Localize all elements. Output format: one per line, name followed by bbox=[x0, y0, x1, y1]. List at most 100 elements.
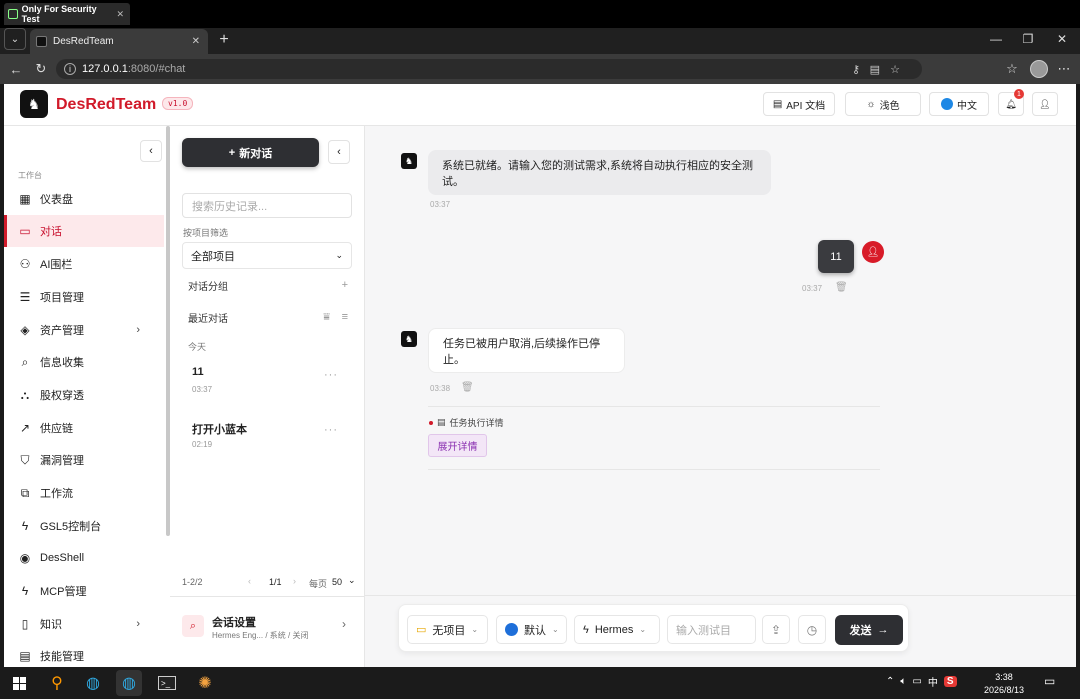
external-window-title: Only For Security Test bbox=[21, 4, 97, 24]
network-icon[interactable]: ▭ bbox=[912, 676, 921, 687]
sidebar-collapse-button[interactable]: ‹ bbox=[140, 140, 162, 162]
favorite-icon[interactable]: ☆ bbox=[890, 63, 900, 76]
sidebar-item-dashboard[interactable]: ▦ 仪表盘 bbox=[4, 183, 164, 215]
url-text: 127.0.0.1:8080/#chat bbox=[82, 63, 185, 75]
app-icon[interactable]: ✺ bbox=[192, 670, 218, 696]
new-tab-button[interactable]: + bbox=[214, 30, 234, 50]
volume-icon[interactable]: 🔈︎ bbox=[900, 676, 906, 687]
chevron-right-icon: › bbox=[136, 618, 140, 630]
history-search-input[interactable]: 搜索历史记录... bbox=[182, 193, 352, 218]
search-app-icon[interactable]: ⚲ bbox=[44, 670, 70, 696]
theme-toggle-button[interactable]: ☼ 浅色 bbox=[845, 92, 921, 116]
site-info-icon[interactable]: i bbox=[64, 63, 76, 75]
window-icon bbox=[8, 9, 18, 19]
filter-icon[interactable]: ⩸ bbox=[323, 311, 330, 324]
expand-details-button[interactable]: 展开详情 bbox=[428, 434, 487, 457]
close-window-button[interactable]: ✕ bbox=[1048, 28, 1076, 50]
panel-collapse-button[interactable]: ‹ bbox=[328, 140, 350, 164]
profile-avatar[interactable] bbox=[1030, 60, 1048, 78]
sidebar-item-desshell[interactable]: ◉ DesShell bbox=[4, 542, 164, 574]
conversation-groups-row[interactable]: 对话分组 + bbox=[182, 275, 354, 295]
collections-icon[interactable]: ☆ bbox=[1002, 59, 1022, 79]
browser-tab-active[interactable]: DesRedTeam ✕ bbox=[30, 29, 208, 54]
pagination: 1-2/2 ‹ 1/1 › 每页 50 ⌄ bbox=[170, 572, 365, 594]
more-options-icon[interactable]: ··· bbox=[324, 424, 338, 436]
ime-indicator[interactable]: 中 bbox=[928, 674, 938, 689]
sidebar-item-label: 信息收集 bbox=[40, 357, 84, 369]
version-badge: v1.0 bbox=[162, 97, 194, 110]
send-button[interactable]: 发送 → bbox=[835, 615, 903, 645]
delete-icon[interactable]: 🗑︎ bbox=[461, 382, 474, 393]
maximize-button[interactable]: ❐ bbox=[1014, 28, 1042, 50]
sidebar-item-skills[interactable]: ▤ 技能管理 bbox=[4, 640, 164, 667]
mode-select-value: 默认 bbox=[524, 624, 546, 637]
sidebar-item-gsl5[interactable]: ϟ GSL5控制台 bbox=[4, 510, 164, 542]
sidebar-item-workflow[interactable]: ⧉ 工作流 bbox=[4, 477, 164, 509]
sidebar-item-recon[interactable]: ⌕ 信息收集 bbox=[4, 346, 164, 378]
message-time: 03:38 bbox=[430, 384, 451, 393]
conversation-item[interactable]: 打开小蓝本 02:19 ··· bbox=[182, 414, 352, 464]
sidebar-item-vulns[interactable]: ⛉ 漏洞管理 bbox=[4, 444, 164, 476]
test-target-input[interactable]: 输入测试目 bbox=[667, 615, 756, 644]
url-field[interactable]: i 127.0.0.1:8080/#chat ⚷ ▤ ☆ bbox=[56, 59, 922, 79]
new-chat-label: 新对话 bbox=[239, 147, 273, 160]
external-window-tab[interactable]: Only For Security Test ✕ bbox=[4, 3, 130, 25]
status-dot bbox=[429, 420, 433, 425]
close-tab-icon[interactable]: ✕ bbox=[192, 36, 200, 47]
windows-start-icon[interactable] bbox=[6, 670, 32, 696]
api-docs-button[interactable]: ▤ API 文档 bbox=[763, 92, 835, 116]
notification-center-icon[interactable]: ▭ bbox=[1044, 674, 1055, 688]
chevron-up-icon[interactable]: ⌃ bbox=[886, 676, 894, 687]
more-options-icon[interactable]: ··· bbox=[324, 369, 338, 381]
upload-icon[interactable]: ⇪ bbox=[762, 615, 790, 644]
session-settings[interactable]: ⌕ 会话设置 Hermes Eng... / 系统 / 关闭 › bbox=[170, 596, 365, 667]
sidebar-item-chat[interactable]: ▭ 对话 bbox=[4, 215, 164, 247]
key-icon[interactable]: ⚷ bbox=[852, 63, 860, 76]
chat-area: ♞ 系统已就绪。请输入您的测试需求,系统将自动执行相应的安全测试。 03:37 … bbox=[365, 126, 1076, 667]
reload-icon[interactable]: ↻ bbox=[31, 59, 51, 79]
radio-icon: ◉ bbox=[19, 551, 31, 565]
per-page-value[interactable]: 50 bbox=[332, 577, 342, 587]
sidebar-item-knowledge[interactable]: ▯ 知识 › bbox=[4, 608, 164, 640]
sidebar-item-equity[interactable]: ⛬ 股权穿透 bbox=[4, 379, 164, 411]
app-header: ♞ DesRedTeam v1.0 ▤ API 文档 ☼ 浅色 中文 🔔︎ 1 👤︎ bbox=[4, 84, 1076, 126]
prev-page-icon[interactable]: ‹ bbox=[248, 576, 251, 586]
back-icon[interactable]: ← bbox=[6, 59, 26, 79]
project-filter-select[interactable]: 全部项目 ⌄ bbox=[182, 242, 352, 269]
sidebar: ‹ 工作台 ▦ 仪表盘 ▭ 对话 ⚇ AI围栏 ☰ 项目管理 ◈ 资产管理 › ⌕ 信息收集 … bbox=[4, 126, 170, 667]
sidebar-item-label: MCP管理 bbox=[40, 586, 87, 598]
project-select[interactable]: ▭ 无项目 ⌄ bbox=[407, 615, 488, 644]
add-group-icon[interactable]: + bbox=[342, 279, 348, 291]
sidebar-item-projects[interactable]: ☰ 项目管理 bbox=[4, 281, 164, 313]
clock[interactable]: 3:38 2026/8/13 bbox=[982, 671, 1026, 697]
list-view-icon[interactable]: ≡ bbox=[342, 311, 348, 323]
sidebar-item-label: 股权穿透 bbox=[40, 390, 84, 402]
new-chat-button[interactable]: + 新对话 bbox=[182, 138, 319, 167]
sidebar-item-ai-fence[interactable]: ⚇ AI围栏 bbox=[4, 248, 164, 280]
delete-icon[interactable]: 🗑︎ bbox=[835, 282, 848, 293]
bot-message: 任务已被用户取消,后续操作已停止。 bbox=[428, 328, 625, 373]
sidebar-item-supply-chain[interactable]: ↗ 供应链 bbox=[4, 412, 164, 444]
mode-select[interactable]: 默认 ⌄ bbox=[496, 615, 567, 644]
agent-select[interactable]: ϟ Hermes ⌄ bbox=[574, 615, 660, 644]
chevron-down-icon[interactable]: ⌄ bbox=[348, 575, 356, 586]
history-icon[interactable]: ◷ bbox=[798, 615, 826, 644]
conversation-title: 11 bbox=[192, 366, 204, 378]
sogou-icon[interactable]: S bbox=[943, 676, 957, 687]
project-filter-label: 按项目筛选 bbox=[183, 228, 229, 238]
user-menu-button[interactable]: 👤︎ bbox=[1032, 92, 1058, 116]
reader-icon[interactable]: ▤ bbox=[870, 63, 880, 76]
conversation-item[interactable]: 11 03:37 ··· bbox=[182, 359, 352, 409]
next-page-icon[interactable]: › bbox=[293, 576, 296, 586]
close-icon[interactable]: ✕ bbox=[116, 9, 124, 20]
sidebar-item-mcp[interactable]: ϟ MCP管理 bbox=[4, 575, 164, 607]
sidebar-item-assets[interactable]: ◈ 资产管理 › bbox=[4, 314, 164, 346]
edge-icon[interactable]: ◍ bbox=[80, 670, 106, 696]
sidebar-item-label: 技能管理 bbox=[40, 651, 84, 663]
edge-active-icon[interactable]: ◍ bbox=[116, 670, 142, 696]
more-icon[interactable]: ⋯ bbox=[1054, 59, 1074, 79]
tab-list-dropdown[interactable]: ⌄ bbox=[4, 28, 26, 50]
terminal-icon[interactable]: >_ bbox=[154, 670, 180, 696]
minimize-button[interactable]: — bbox=[982, 28, 1010, 50]
language-button[interactable]: 中文 bbox=[929, 92, 989, 116]
